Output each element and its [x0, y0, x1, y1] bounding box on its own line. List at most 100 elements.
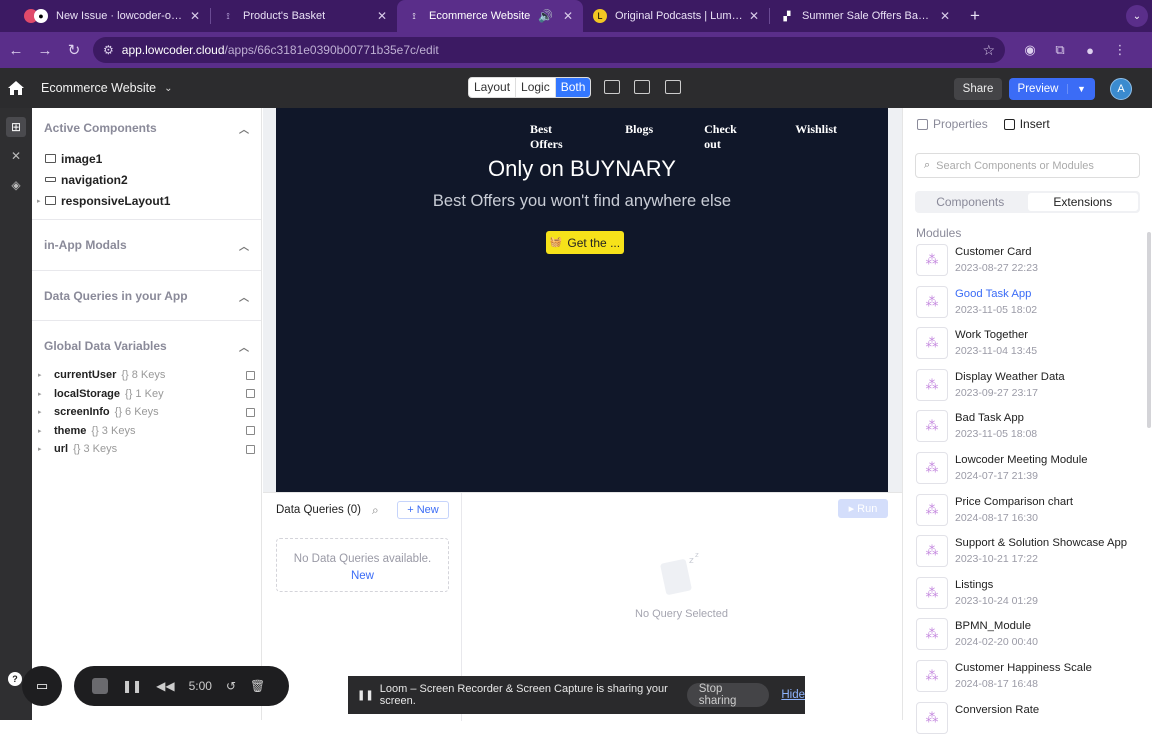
- site-info-icon[interactable]: ⚙: [103, 43, 114, 57]
- global-variable-row[interactable]: ▸ localStorage{} 1 Key: [32, 385, 261, 404]
- nav-link-wishlist[interactable]: Wishlist: [795, 122, 837, 152]
- module-item[interactable]: ⁂ Price Comparison chart 2024-08-17 16:30: [916, 492, 1136, 534]
- stop-sharing-button[interactable]: Stop sharing: [686, 683, 770, 707]
- layers-icon[interactable]: ◈: [6, 175, 26, 195]
- component-navigation2[interactable]: navigation2: [32, 169, 261, 190]
- extensions-puzzle-icon[interactable]: ⧉: [1047, 37, 1073, 63]
- toggle-right-panel-icon[interactable]: [665, 80, 681, 94]
- app-canvas[interactable]: Best Offers Blogs Check out Wishlist Onl…: [276, 108, 888, 492]
- share-button[interactable]: Share: [954, 78, 1002, 100]
- rewind-icon[interactable]: ◀◀: [156, 679, 174, 693]
- extension-icon[interactable]: ◉: [1017, 37, 1043, 63]
- component-image1[interactable]: image1: [32, 148, 261, 169]
- drag-handle-icon[interactable]: ❚❚: [357, 690, 374, 701]
- scrollbar[interactable]: [1147, 232, 1151, 428]
- tools-icon[interactable]: ✕: [6, 146, 26, 166]
- chevron-down-icon[interactable]: ▼: [1067, 84, 1095, 94]
- mode-both-button[interactable]: Both: [555, 78, 591, 97]
- url-input[interactable]: ⚙ app.lowcoder.cloud/apps/66c3181e0390b0…: [93, 37, 1005, 63]
- module-item[interactable]: ⁂ Work Together 2023-11-04 13:45: [916, 325, 1136, 367]
- global-variables-header[interactable]: Global Data Variables ︿: [32, 326, 261, 366]
- bookmark-star-icon[interactable]: ☆: [982, 42, 995, 59]
- module-item[interactable]: ⁂ Bad Task App 2023-11-05 18:08: [916, 408, 1136, 450]
- chevron-right-icon[interactable]: ▸: [38, 445, 54, 453]
- browser-tab[interactable]: ●New Issue · lowcoder-org/low✕: [24, 0, 210, 32]
- copy-icon[interactable]: [246, 370, 255, 380]
- toggle-bottom-panel-icon[interactable]: [634, 80, 650, 94]
- search-icon[interactable]: ⌕: [372, 503, 379, 518]
- search-input[interactable]: ⌕ Search Components or Modules: [915, 153, 1140, 178]
- copy-icon[interactable]: [246, 444, 255, 454]
- module-item[interactable]: ⁂ Listings 2023-10-24 01:29: [916, 575, 1136, 617]
- chevron-right-icon[interactable]: ▸: [38, 371, 54, 379]
- component-tree-icon[interactable]: ⊞: [6, 117, 26, 137]
- module-item[interactable]: ⁂ Conversion Rate: [916, 700, 1136, 741]
- forward-icon[interactable]: →: [32, 37, 58, 63]
- segment-extensions[interactable]: Extensions: [1027, 193, 1138, 211]
- app-name[interactable]: Ecommerce Website: [41, 81, 156, 95]
- mode-layout-button[interactable]: Layout: [469, 78, 517, 97]
- modals-header[interactable]: in-App Modals ︿: [32, 225, 261, 265]
- browser-tab[interactable]: ▞ Summer Sale Offers Banners ✕: [770, 0, 960, 32]
- chevron-up-icon[interactable]: ︿: [239, 289, 249, 304]
- chevron-up-icon[interactable]: ︿: [239, 121, 249, 136]
- trash-icon[interactable]: 🗑: [250, 679, 265, 693]
- chevron-up-icon[interactable]: ︿: [239, 339, 249, 354]
- browser-tab-active[interactable]: ⟟ Ecommerce Website 🔊 ✕: [397, 0, 583, 32]
- nav-link-best-offers[interactable]: Best Offers: [530, 122, 574, 152]
- module-item[interactable]: ⁂ BPMN_Module 2024-02-20 00:40: [916, 616, 1136, 658]
- new-tab-icon[interactable]: +: [960, 0, 990, 32]
- global-variable-row[interactable]: ▸ theme{} 3 Keys: [32, 422, 261, 441]
- restart-icon[interactable]: ↺: [226, 679, 236, 693]
- copy-icon[interactable]: [246, 389, 255, 399]
- preview-button[interactable]: Preview ▼: [1009, 78, 1095, 100]
- global-variable-row[interactable]: ▸ url{} 3 Keys: [32, 440, 261, 459]
- nav-link-check-out[interactable]: Check out: [704, 122, 744, 152]
- help-icon[interactable]: ?: [8, 672, 22, 686]
- toggle-left-panel-icon[interactable]: [604, 80, 620, 94]
- browser-tab[interactable]: L Original Podcasts | Luminary ✕: [583, 0, 769, 32]
- tab-insert[interactable]: Insert: [1003, 117, 1050, 131]
- close-tab-icon[interactable]: ✕: [371, 9, 387, 23]
- module-item[interactable]: ⁂ Customer Happiness Scale 2024-08-17 16:4…: [916, 658, 1136, 700]
- camera-icon[interactable]: ▭: [22, 666, 62, 706]
- tab-properties[interactable]: Properties: [917, 117, 988, 131]
- chevron-right-icon[interactable]: ▸: [38, 427, 54, 435]
- close-tab-icon[interactable]: ✕: [934, 9, 950, 23]
- close-tab-icon[interactable]: ✕: [184, 9, 200, 23]
- mode-logic-button[interactable]: Logic: [516, 78, 556, 97]
- back-icon[interactable]: ←: [3, 37, 29, 63]
- reload-icon[interactable]: ↻: [61, 37, 87, 63]
- chevron-up-icon[interactable]: ︿: [239, 238, 249, 253]
- home-icon[interactable]: [0, 68, 32, 108]
- profile-avatar-icon[interactable]: ●: [1077, 37, 1103, 63]
- stop-recording-icon[interactable]: [92, 678, 108, 694]
- module-item[interactable]: ⁂ Good Task App 2023-11-05 18:02: [916, 284, 1136, 326]
- module-item[interactable]: ⁂ Customer Card 2023-08-27 22:23: [916, 242, 1136, 284]
- copy-icon[interactable]: [246, 407, 255, 417]
- active-components-header[interactable]: Active Components ︿: [32, 108, 261, 148]
- close-tab-icon[interactable]: ✕: [743, 9, 759, 23]
- close-tab-icon[interactable]: ✕: [557, 9, 573, 23]
- copy-icon[interactable]: [246, 426, 255, 436]
- hide-link[interactable]: Hide: [781, 689, 805, 701]
- nav-link-blogs[interactable]: Blogs: [625, 122, 653, 152]
- module-item[interactable]: ⁂ Display Weather Data 2023-09-27 23:17: [916, 367, 1136, 409]
- run-button[interactable]: ▸ Run: [838, 499, 888, 518]
- chevron-down-icon[interactable]: ⌄: [164, 83, 172, 94]
- chevron-right-icon[interactable]: ▸: [38, 390, 54, 398]
- new-query-link[interactable]: New: [277, 568, 448, 585]
- global-variable-row[interactable]: ▸ screenInfo{} 6 Keys: [32, 403, 261, 422]
- browser-menu-icon[interactable]: ⋮: [1107, 37, 1133, 63]
- segment-components[interactable]: Components: [915, 191, 1026, 213]
- tab-search-icon[interactable]: ⌄: [1126, 5, 1148, 27]
- cta-button[interactable]: 🧺 Get the ...: [546, 231, 624, 254]
- chevron-right-icon[interactable]: ▸: [38, 408, 54, 416]
- browser-tab[interactable]: ⟟ Product's Basket ✕: [211, 0, 397, 32]
- data-queries-header[interactable]: Data Queries in your App ︿: [32, 276, 261, 316]
- global-variable-row[interactable]: ▸ currentUser{} 8 Keys: [32, 366, 261, 385]
- pause-icon[interactable]: ❚❚: [122, 679, 142, 693]
- module-item[interactable]: ⁂ Lowcoder Meeting Module 2024-07-17 21:39: [916, 450, 1136, 492]
- component-responsiveLayout1[interactable]: ▸ responsiveLayout1: [32, 190, 261, 211]
- module-item[interactable]: ⁂ Support & Solution Showcase App 2023-10-…: [916, 533, 1136, 575]
